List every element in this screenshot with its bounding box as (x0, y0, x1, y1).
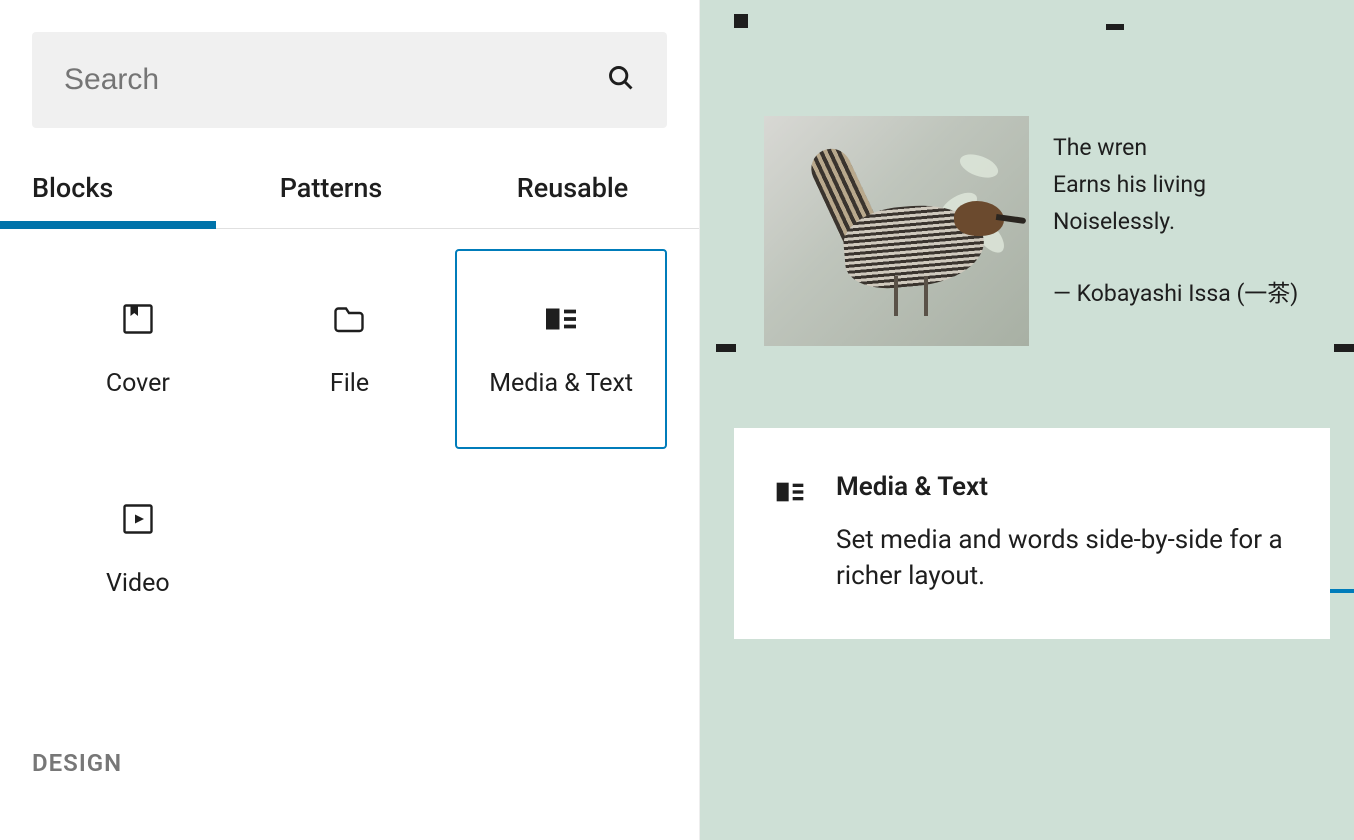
video-icon (120, 501, 156, 537)
poem-line: The wren (1053, 130, 1314, 167)
tab-reusable[interactable]: Reusable (446, 172, 699, 228)
search-icon (607, 64, 635, 96)
block-cover[interactable]: Cover (32, 249, 244, 449)
block-label: Media & Text (489, 369, 633, 398)
block-gallery[interactable]: Gallery (244, 229, 456, 249)
block-handle-icon (734, 14, 748, 28)
tab-blocks[interactable]: Blocks (0, 172, 216, 228)
block-media-text[interactable]: Media & Text (455, 249, 667, 449)
block-preview-panel: The wren Earns his living Noiselessly. —… (700, 0, 1354, 840)
preview-text: The wren Earns his living Noiselessly. —… (1053, 116, 1314, 313)
selection-accent (1330, 589, 1354, 593)
block-info-card: Media & Text Set media and words side-by… (734, 428, 1330, 639)
block-audio[interactable]: Audio (455, 229, 667, 249)
block-info-description: Set media and words side-by-side for a r… (836, 522, 1290, 595)
block-label: File (330, 369, 369, 398)
inserter-tabs: Blocks Patterns Reusable (0, 172, 699, 229)
block-resize-handle[interactable] (1334, 344, 1354, 352)
block-handle-icon (1106, 24, 1124, 30)
poem-line: Noiselessly. (1053, 204, 1314, 241)
poem-attribution: — Kobayashi Issa (一茶) (1053, 276, 1314, 313)
poem-line: Earns his living (1053, 167, 1314, 204)
search-input[interactable] (64, 63, 607, 97)
active-tab-indicator (0, 221, 216, 229)
block-file[interactable]: File (244, 249, 456, 449)
tab-patterns[interactable]: Patterns (216, 172, 446, 228)
block-info-title: Media & Text (836, 472, 1290, 502)
block-video[interactable]: Video (32, 449, 244, 649)
search-box[interactable] (32, 32, 667, 128)
block-label: Cover (106, 369, 170, 398)
block-resize-handle[interactable] (716, 344, 736, 352)
block-image[interactable]: Image (32, 229, 244, 249)
blocks-list[interactable]: Image Gallery Audio Cover File (0, 229, 699, 840)
media-text-icon (774, 472, 806, 512)
search-wrap (0, 0, 699, 128)
block-inserter-panel: Blocks Patterns Reusable Image Gallery A… (0, 0, 700, 840)
preview-image (764, 116, 1029, 346)
block-label: Video (106, 569, 170, 598)
section-design-heading: DESIGN (0, 709, 699, 777)
media-text-icon (543, 301, 579, 337)
cover-icon (120, 301, 156, 337)
media-text-preview: The wren Earns his living Noiselessly. —… (764, 116, 1314, 346)
file-icon (331, 301, 367, 337)
